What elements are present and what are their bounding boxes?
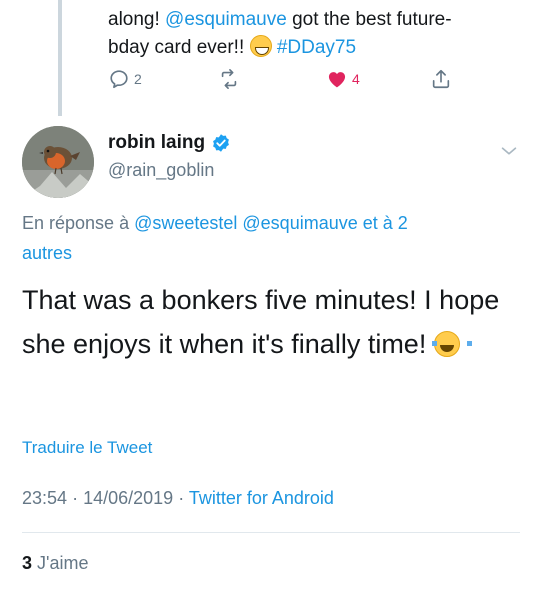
previous-tweet-text-part: bday card ever!! <box>108 37 250 58</box>
author-info[interactable]: robin laing @rain_goblin <box>108 132 231 181</box>
author-avatar[interactable] <box>22 126 94 198</box>
reply-to-others-part: et à 2 <box>357 213 408 233</box>
heart-filled-icon <box>328 72 346 88</box>
tweet-date[interactable]: 14/06/2019 <box>83 488 173 508</box>
verified-badge-icon <box>213 134 230 152</box>
previous-tweet-text-part: got the best future- <box>286 9 452 30</box>
translate-tweet-link[interactable]: Traduire le Tweet <box>22 438 152 458</box>
share-button[interactable] <box>430 68 452 90</box>
reply-button[interactable]: 2 <box>108 68 142 90</box>
tweet-source-link[interactable]: Twitter for Android <box>189 488 334 508</box>
previous-tweet-text-part: along! <box>108 9 166 30</box>
reply-to-mentions-link[interactable]: @sweetestel @esquimauve <box>134 213 358 233</box>
tweet-metadata: 23:54 · 14/06/2019 · Twitter for Android <box>22 488 334 509</box>
face-with-tears-of-joy-emoji-icon <box>431 331 472 357</box>
divider <box>22 532 520 533</box>
likes-label: J'aime <box>37 553 89 573</box>
reply-context-label: En réponse à <box>22 213 135 233</box>
tweet-actions-bar: 2 4 <box>108 68 468 94</box>
chevron-down-icon[interactable] <box>498 140 520 162</box>
reply-context: En réponse à @sweetestel @esquimauve et … <box>22 208 522 268</box>
retweet-icon <box>221 69 237 89</box>
grinning-face-emoji-icon <box>249 35 272 57</box>
tweet-body-text: That was a bonkers five minutes! I hope … <box>22 285 500 359</box>
likes-summary[interactable]: 3 J'aime <box>22 553 88 574</box>
share-icon <box>432 69 450 89</box>
reply-icon <box>110 70 128 89</box>
like-count: 4 <box>352 71 360 87</box>
mention-link-esquimauve[interactable]: @esquimauve <box>165 9 287 30</box>
robin-bird-photo-icon <box>22 126 94 198</box>
hashtag-link[interactable]: #DDay75 <box>277 37 356 58</box>
retweet-button[interactable] <box>218 68 244 90</box>
previous-tweet-text: along! @esquimauve got the best future- … <box>108 6 528 62</box>
meta-separator: · <box>178 488 185 508</box>
likes-count: 3 <box>22 553 33 573</box>
author-name[interactable]: robin laing <box>108 132 205 154</box>
meta-separator: · <box>72 488 79 508</box>
like-button[interactable]: 4 <box>326 68 360 90</box>
tweet-body: That was a bonkers five minutes! I hope … <box>22 278 522 366</box>
tweet-time[interactable]: 23:54 <box>22 488 67 508</box>
reply-to-others-part: autres <box>22 243 73 263</box>
thread-connector-line <box>58 0 62 116</box>
author-handle: @rain_goblin <box>108 160 215 180</box>
reply-count: 2 <box>134 71 142 87</box>
